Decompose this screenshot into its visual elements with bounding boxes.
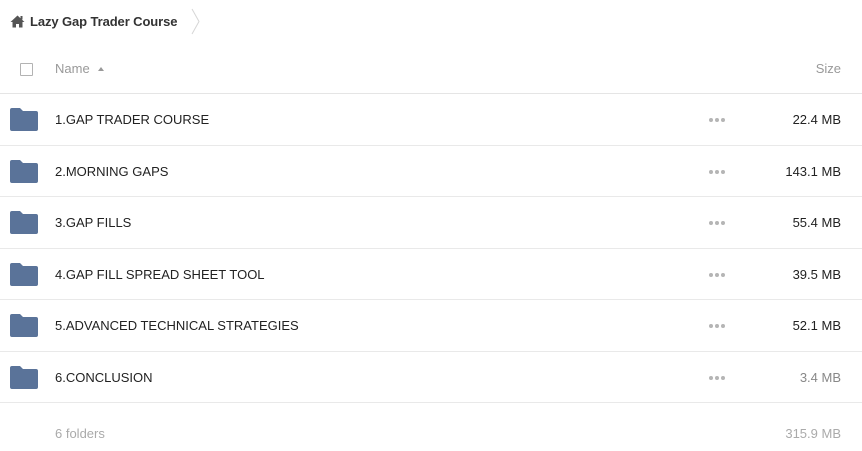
table-row[interactable]: 1.GAP TRADER COURSE 22.4 MB bbox=[0, 94, 862, 146]
name-column-header[interactable]: Name bbox=[55, 61, 104, 76]
file-name: 4.GAP FILL SPREAD SHEET TOOL bbox=[55, 266, 265, 282]
more-options-icon[interactable] bbox=[709, 320, 725, 332]
file-size: 3.4 MB bbox=[799, 369, 841, 385]
home-icon bbox=[10, 15, 25, 28]
folder-icon bbox=[10, 211, 38, 239]
chevron-right-icon bbox=[191, 8, 200, 40]
more-options-icon[interactable] bbox=[709, 269, 725, 281]
file-name: 1.GAP TRADER COURSE bbox=[55, 112, 210, 127]
folder-count: 6 folders bbox=[55, 426, 105, 441]
more-options-icon[interactable] bbox=[709, 114, 725, 126]
table-row[interactable]: 4.GAP FILL SPREAD SHEET TOOL 39.5 MB bbox=[0, 249, 862, 300]
file-name: 6.CONCLUSION bbox=[55, 369, 153, 385]
table-row[interactable]: 3.GAP FILLS 55.4 MB bbox=[0, 197, 862, 249]
select-all-checkbox[interactable] bbox=[20, 63, 33, 76]
more-options-icon[interactable] bbox=[709, 372, 725, 384]
total-size: 315.9 MB bbox=[785, 426, 841, 441]
more-options-icon[interactable] bbox=[709, 217, 725, 229]
table-row[interactable]: 5.ADVANCED TECHNICAL STRATEGIES 52.1 MB bbox=[0, 300, 862, 352]
size-column-header[interactable]: Size bbox=[816, 61, 841, 76]
folder-icon bbox=[10, 314, 38, 342]
folder-icon bbox=[10, 108, 38, 136]
breadcrumb-home[interactable]: Lazy Gap Trader Course bbox=[10, 0, 177, 43]
file-name: 2.MORNING GAPS bbox=[55, 163, 169, 179]
file-size: 22.4 MB bbox=[792, 112, 841, 127]
breadcrumb: Lazy Gap Trader Course bbox=[0, 0, 862, 43]
file-name: 3.GAP FILLS bbox=[55, 215, 132, 230]
file-name: 5.ADVANCED TECHNICAL STRATEGIES bbox=[55, 318, 299, 333]
folder-icon bbox=[10, 262, 38, 291]
folder-icon bbox=[10, 365, 38, 394]
more-options-icon[interactable] bbox=[709, 166, 725, 178]
name-column-label: Name bbox=[55, 61, 90, 76]
file-list: 1.GAP TRADER COURSE 22.4 MB 2.MORNING GA… bbox=[0, 94, 862, 403]
file-size: 52.1 MB bbox=[792, 318, 841, 333]
table-header: Name Size bbox=[0, 46, 862, 94]
sort-ascending-icon bbox=[97, 66, 104, 71]
file-size: 39.5 MB bbox=[792, 266, 841, 282]
folder-icon bbox=[10, 159, 38, 188]
file-size: 55.4 MB bbox=[792, 215, 841, 230]
file-size: 143.1 MB bbox=[785, 163, 841, 179]
table-row[interactable]: 2.MORNING GAPS 143.1 MB bbox=[0, 146, 862, 197]
table-row[interactable]: 6.CONCLUSION 3.4 MB bbox=[0, 352, 862, 403]
breadcrumb-label: Lazy Gap Trader Course bbox=[30, 14, 178, 29]
list-footer: 6 folders 315.9 MB bbox=[0, 403, 862, 451]
